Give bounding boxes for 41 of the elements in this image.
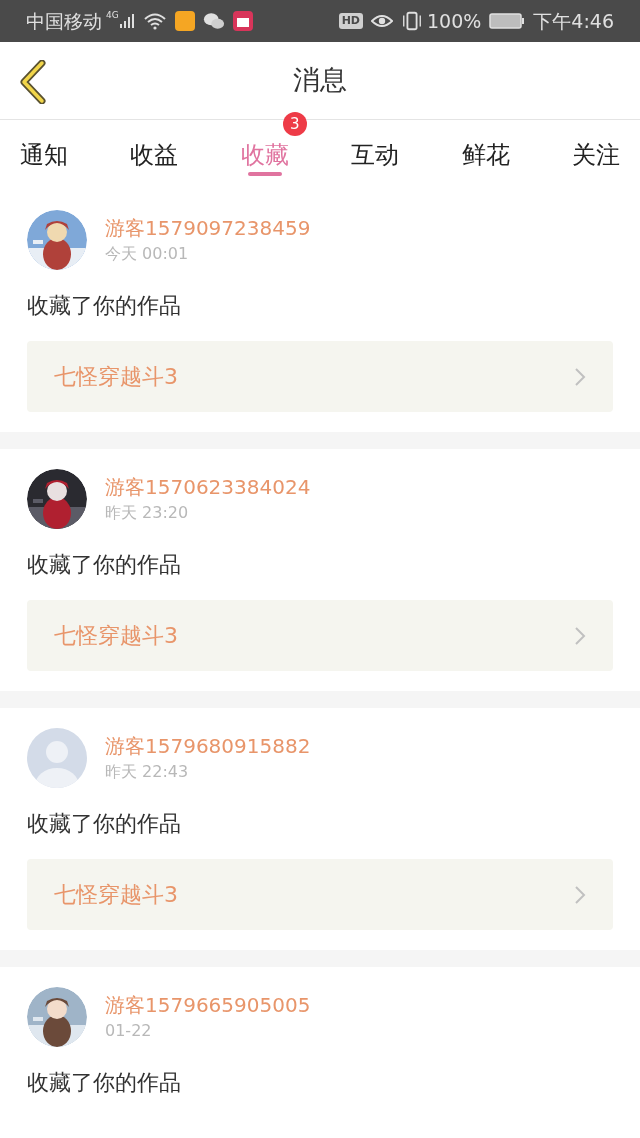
network-type: 4G	[106, 9, 119, 22]
carrier-name: 中国移动	[26, 8, 102, 34]
work-title: 七怪穿越斗3	[54, 881, 178, 909]
battery-icon	[489, 12, 526, 30]
shopping-bag-icon	[232, 11, 253, 31]
message-text: 收藏了你的作品	[27, 292, 182, 320]
message-time: 01-22	[105, 1020, 153, 1042]
count-badge: 3	[282, 112, 307, 136]
eye-icon	[371, 13, 393, 29]
message-text: 收藏了你的作品	[27, 810, 182, 838]
page-title: 消息	[293, 63, 347, 98]
chevron-right-icon	[574, 884, 586, 905]
chevron-right-icon	[574, 625, 586, 646]
tab[interactable]: 鲜花	[461, 139, 510, 171]
wifi-icon	[142, 12, 167, 30]
default-avatar-icon	[27, 728, 87, 788]
user-name: 游客1570623384024	[105, 474, 311, 501]
clock-time: 下午4:46	[533, 8, 614, 34]
chevron-left-icon	[18, 60, 48, 104]
user-name: 游客1579097238459	[105, 215, 311, 242]
user-name: 游客1579665905005	[105, 992, 311, 1019]
tab[interactable]: 收益	[130, 139, 179, 171]
vibrate-icon	[401, 11, 423, 31]
message-text: 收藏了你的作品	[27, 1069, 182, 1097]
tab[interactable]: 关注	[571, 139, 620, 171]
tab[interactable]: 通知	[20, 139, 68, 171]
work-title: 七怪穿越斗3	[54, 622, 178, 650]
tab[interactable]: 互动	[351, 139, 400, 171]
hd-badge: HD	[338, 12, 363, 30]
message-time: 今天 00:01	[105, 243, 190, 265]
user-name: 游客1579680915882	[105, 733, 311, 760]
chevron-right-icon	[574, 366, 586, 387]
message-time: 昨天 23:20	[105, 502, 190, 524]
message-time: 昨天 22:43	[105, 761, 190, 783]
chat-icon	[202, 11, 225, 31]
app-icon	[174, 11, 195, 31]
active-tab-indicator	[247, 172, 282, 176]
battery-percent: 100%	[427, 8, 482, 34]
work-title: 七怪穿越斗3	[54, 363, 178, 391]
message-text: 收藏了你的作品	[27, 551, 182, 579]
signal-icon	[118, 13, 135, 29]
